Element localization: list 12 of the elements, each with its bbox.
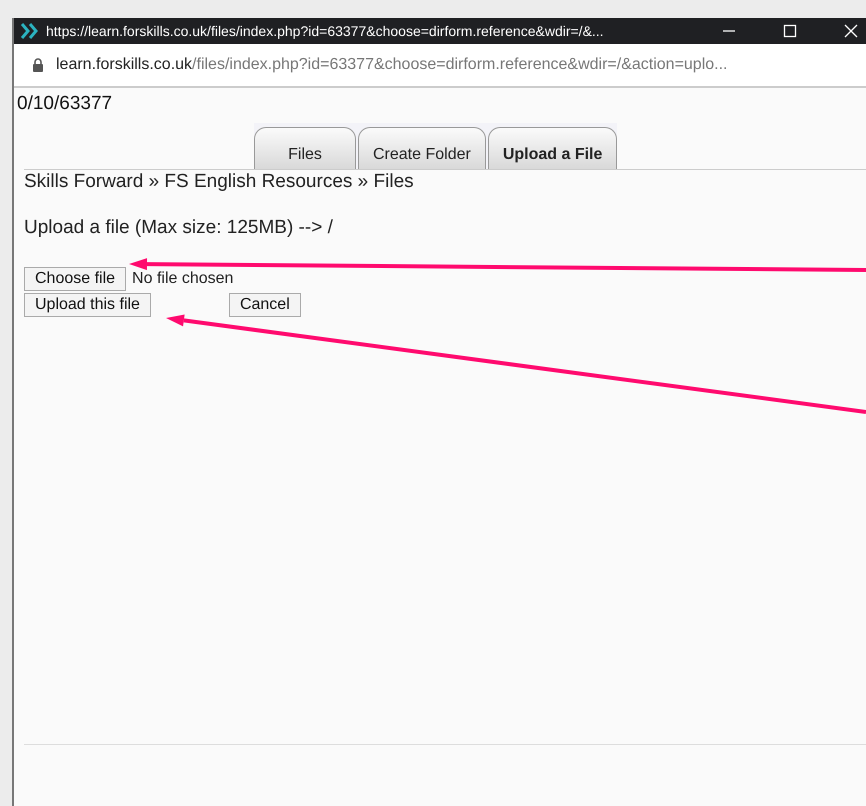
page-path: 0/10/63377: [16, 92, 114, 115]
choose-file-button[interactable]: Choose file: [24, 267, 126, 291]
breadcrumb: Skills Forward » FS English Resources » Files: [24, 170, 415, 193]
cancel-button[interactable]: Cancel: [228, 293, 301, 317]
url-text: learn.forskills.co.uk/files/index.php?id=63377&choose=dirform.reference&wdir=/&action=uplo...: [56, 56, 728, 74]
upload-button[interactable]: Upload this file: [24, 293, 151, 317]
file-status: No file chosen: [132, 270, 234, 288]
upload-heading: Upload a file (Max size: 125MB) --> /: [24, 217, 334, 239]
tab[interactable]: Files: [254, 127, 356, 169]
tab[interactable]: Upload a File: [488, 127, 618, 169]
window-title: https://learn.forskills.co.uk/files/index.php?id=63377&choose=dirform.reference&wdir=/&...: [46, 23, 605, 39]
tab[interactable]: Create Folder: [358, 127, 486, 169]
